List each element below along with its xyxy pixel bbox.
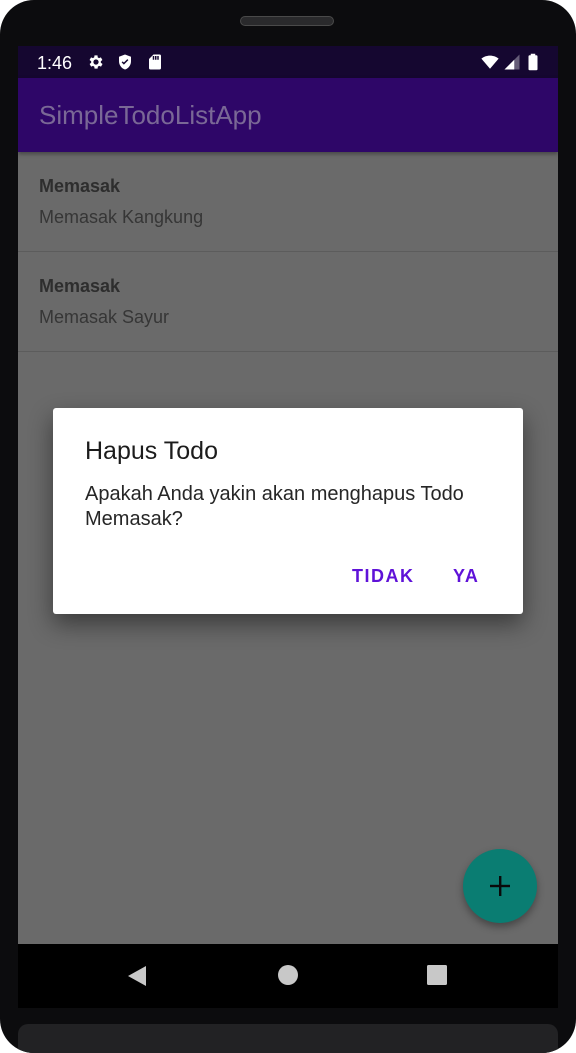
todo-item[interactable]: Memasak Memasak Sayur [18,252,558,352]
status-bar: 1:46 [18,46,558,78]
bottom-bezel [18,1024,558,1053]
back-icon[interactable] [126,964,148,988]
signal-icon [504,54,520,70]
add-todo-button[interactable] [463,849,537,923]
confirm-button[interactable]: YA [443,554,489,598]
plus-icon [490,876,510,896]
shield-icon [119,54,131,70]
dialog-title: Hapus Todo [85,437,218,465]
sd-card-icon [149,54,161,70]
app-title: SimpleTodoListApp [39,100,262,130]
wifi-icon [481,55,499,69]
todo-item[interactable]: Memasak Memasak Kangkung [18,152,558,252]
navigation-bar [18,944,558,1008]
app-bar: SimpleTodoListApp [18,78,558,152]
todo-title: Memasak [39,176,121,196]
battery-icon [528,53,538,71]
delete-confirm-dialog: Hapus Todo Apakah Anda yakin akan mengha… [53,408,523,614]
status-time: 1:46 [37,53,73,73]
app-screen: 1:46 SimpleTodoListApp Memasak Memasak K… [18,46,558,944]
phone-frame: 1:46 SimpleTodoListApp Memasak Memasak K… [0,0,576,1053]
todo-list: Memasak Memasak Kangkung Memasak Memasak… [18,152,558,352]
dialog-message: Apakah Anda yakin akan menghapus Todo Me… [85,483,464,530]
home-icon[interactable] [277,964,299,986]
earpiece-speaker [240,16,334,26]
recents-icon[interactable] [427,965,447,985]
todo-description: Memasak Kangkung [39,207,204,227]
todo-description: Memasak Sayur [39,307,170,327]
todo-title: Memasak [39,276,121,296]
cancel-button[interactable]: TIDAK [342,554,425,598]
gear-icon [89,55,103,69]
